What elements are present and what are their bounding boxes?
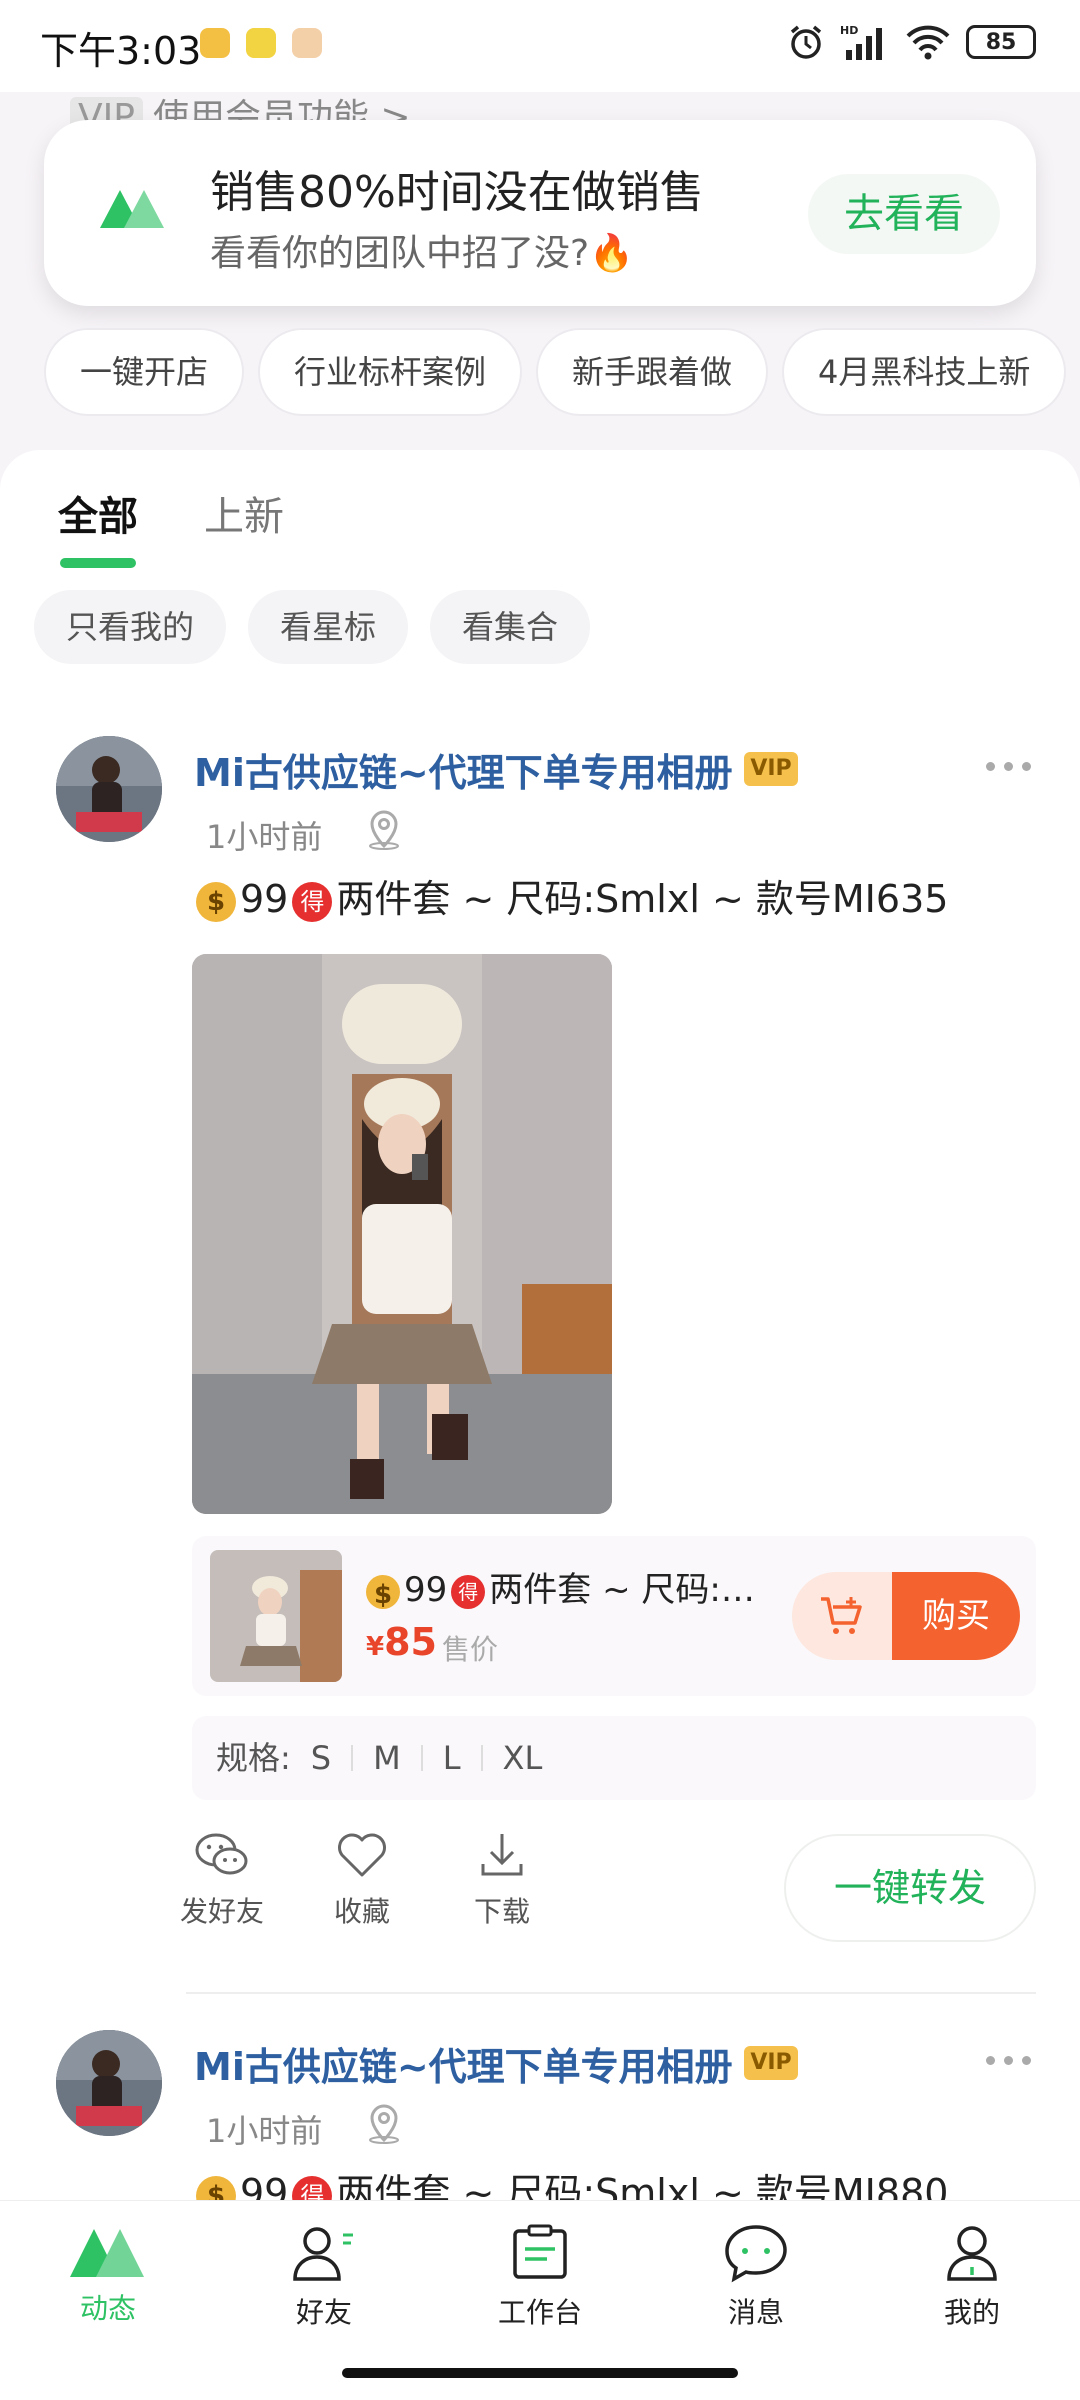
post-time: 1小时前 (206, 818, 323, 856)
price-label: 售价 (442, 1633, 499, 1666)
avatar[interactable] (56, 2030, 162, 2136)
nav-item-moments[interactable]: 动态 (28, 2223, 188, 2327)
banner-view-button[interactable]: 去看看 (808, 174, 1000, 254)
buy-button[interactable]: 购买 (892, 1572, 1020, 1660)
spec-label: 规格: (216, 1739, 291, 1777)
location-icon[interactable] (364, 806, 404, 850)
add-to-cart-button[interactable] (792, 1572, 892, 1660)
share-to-friend-button[interactable]: 发好友 (172, 1830, 272, 1930)
product-card[interactable]: 99得两件套 ~ 尺码:Smlxl ~ 款号MI635 ¥85 售价 购买 (192, 1536, 1036, 1696)
workbench-icon (513, 2224, 567, 2279)
profile-icon (947, 2226, 997, 2281)
nav-item-workbench[interactable]: 工作台 (460, 2223, 620, 2331)
wechat-icon (195, 1833, 248, 1875)
nav-item-messages[interactable]: 消息 (676, 2223, 836, 2331)
de-badge: 得 (451, 1574, 486, 1609)
battery-indicator: 85 (966, 25, 1036, 59)
promo-banner[interactable]: 销售80%时间没在做销售 看看你的团队中招了没?🔥 去看看 (44, 120, 1036, 306)
post-author-name[interactable]: Mi古供应链~代理下单专用相册 (194, 742, 733, 797)
signal-icon: HD (840, 24, 882, 60)
chip-industry-cases[interactable]: 行业标杆案例 (258, 328, 523, 416)
quick-chips: 一键开店 行业标杆案例 新手跟着做 4月黑科技上新 (44, 328, 1067, 416)
post-photo[interactable] (192, 954, 612, 1514)
one-click-forward-button[interactable]: 一键转发 (784, 1834, 1036, 1942)
post-author-name[interactable]: Mi古供应链~代理下单专用相册 (194, 2036, 733, 2091)
feed-tabs: 全部 上新 (58, 484, 284, 542)
post-time: 1小时前 (206, 2112, 323, 2150)
download-button[interactable]: 下载 (452, 1830, 552, 1930)
filter-mine[interactable]: 只看我的 (34, 590, 227, 664)
heart-icon (338, 1833, 386, 1877)
chip-new-tech[interactable]: 4月黑科技上新 (782, 328, 1067, 416)
download-icon (481, 1834, 523, 1876)
location-icon[interactable] (364, 2100, 404, 2144)
more-options-icon[interactable] (986, 762, 1031, 771)
spec-option[interactable]: XL (503, 1716, 543, 1800)
filter-starred[interactable]: 看星标 (248, 590, 409, 664)
spec-option[interactable]: S (311, 1716, 331, 1800)
nav-item-profile[interactable]: 我的 (892, 2223, 1052, 2331)
banner-title: 销售80%时间没在做销售 (210, 167, 704, 218)
status-time: 下午3:03 (40, 29, 202, 73)
alarm-icon (790, 25, 822, 59)
favorite-button[interactable]: 收藏 (312, 1830, 412, 1930)
more-options-icon[interactable] (986, 2056, 1031, 2065)
product-title: 99得两件套 ~ 尺码:Smlxl ~ 款号MI635 (366, 1562, 766, 1611)
notification-app-icon (200, 28, 230, 58)
feed-panel: 全部 上新 只看我的 看星标 看集合 Mi古供应链~代理下单专用相册 VIP 1… (0, 450, 1080, 2216)
status-notification-icons (200, 28, 322, 58)
feed-filters: 只看我的 看星标 看集合 (34, 590, 591, 664)
svg-text:HD: HD (840, 24, 858, 37)
money-bag-icon (366, 1574, 400, 1610)
notification-app-icon (292, 28, 322, 58)
brand-logo-icon (100, 190, 164, 228)
money-bag-icon (196, 881, 236, 922)
status-bar: 下午3:03 HD 85 (0, 0, 1080, 92)
de-badge: 得 (292, 881, 333, 922)
message-icon (725, 2225, 787, 2283)
avatar[interactable] (56, 736, 162, 842)
nav-item-friends[interactable]: 好友 (244, 2223, 404, 2331)
tab-new[interactable]: 上新 (204, 484, 284, 542)
chip-beginner-guide[interactable]: 新手跟着做 (536, 328, 769, 416)
filter-collections[interactable]: 看集合 (430, 590, 591, 664)
wifi-icon (906, 25, 950, 60)
spec-option[interactable]: M (373, 1716, 401, 1800)
spec-row: 规格: S M L XL (192, 1716, 1036, 1800)
home-indicator[interactable] (342, 2368, 738, 2378)
status-indicators: HD 85 (786, 22, 1036, 62)
purchase-buttons: 购买 (792, 1572, 1020, 1660)
post-text: 99得两件套 ~ 尺码:Smlxl ~ 款号MI635 (196, 868, 948, 923)
cart-icon (821, 1597, 862, 1634)
vip-badge: VIP (744, 752, 798, 786)
post-divider (186, 1992, 1036, 1994)
post-actions: 发好友 收藏 下载 (172, 1830, 552, 1930)
product-thumbnail[interactable] (210, 1550, 342, 1682)
spec-option[interactable]: L (443, 1716, 461, 1800)
banner-subtitle: 看看你的团队中招了没?🔥 (210, 233, 634, 274)
moment-logo-icon (70, 2229, 144, 2277)
notification-app-icon (246, 28, 276, 58)
tab-all[interactable]: 全部 (58, 484, 138, 542)
friends-icon (293, 2227, 353, 2281)
product-price: ¥85 (366, 1620, 437, 1664)
active-tab-indicator (60, 558, 136, 568)
vip-badge: VIP (744, 2046, 798, 2080)
chip-open-shop[interactable]: 一键开店 (44, 328, 245, 416)
